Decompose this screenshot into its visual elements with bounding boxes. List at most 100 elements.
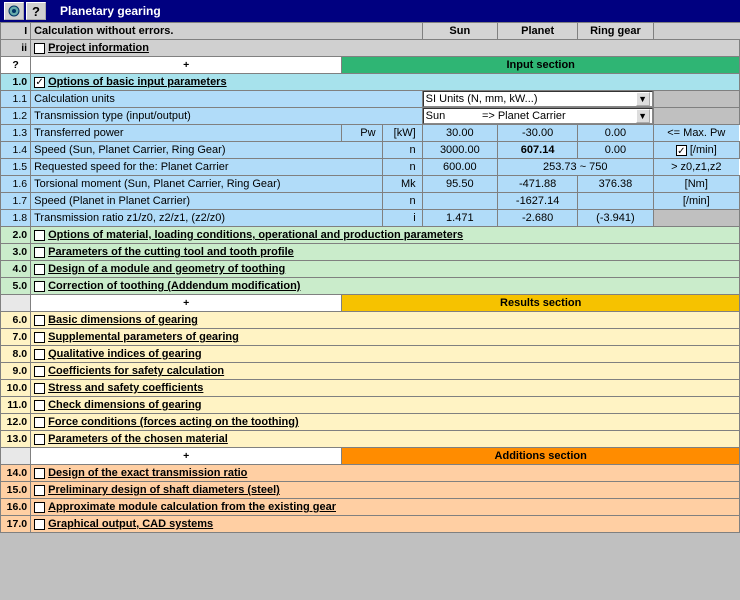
checkbox[interactable] [34, 43, 45, 54]
section-title: Additions section [342, 448, 740, 465]
row-1-5: 1.5 Requested speed for the: Planet Carr… [1, 159, 740, 176]
row-8-0[interactable]: 8.0Qualitative indices of gearing [1, 346, 740, 363]
row-1-4: 1.4 Speed (Sun, Planet Carrier, Ring Gea… [1, 142, 740, 159]
status-text: Calculation without errors. [31, 23, 423, 40]
row-3-0[interactable]: 3.0 Parameters of the cutting tool and t… [1, 244, 740, 261]
row-label: Correction of toothing (Addendum modific… [48, 280, 300, 292]
value: -2.680 [497, 210, 577, 227]
row-15-0[interactable]: 15.0Preliminary design of shaft diameter… [1, 482, 740, 499]
project-info-row[interactable]: ii Project information [1, 40, 740, 57]
row-1-0[interactable]: 1.0 Options of basic input parameters [1, 74, 740, 91]
row-label: Parameters of the chosen material [48, 433, 228, 445]
row-label: Transmission type (input/output) [31, 108, 423, 125]
row-label: Coefficients for safety calculation [48, 365, 224, 377]
value-input[interactable]: 30.00 [422, 125, 497, 142]
checkbox[interactable] [34, 400, 45, 411]
value: 0.00 [578, 125, 653, 142]
value-input[interactable]: 600.00 [422, 159, 497, 176]
input-section-header: ? + Input section [1, 57, 740, 74]
checkbox[interactable] [34, 264, 45, 275]
checkbox[interactable] [34, 485, 45, 496]
row-label: Graphical output, CAD systems [48, 518, 213, 530]
value-range: 253.73 ~ 750 [497, 159, 653, 176]
row-label: Stress and safety coefficients [48, 382, 203, 394]
row-label: Options of basic input parameters [48, 76, 226, 88]
section-title: Results section [342, 295, 740, 312]
row-label: Force conditions (forces acting on the t… [48, 416, 299, 428]
row-10-0[interactable]: 10.0Stress and safety coefficients [1, 380, 740, 397]
row-label: Basic dimensions of gearing [48, 314, 198, 326]
checkbox[interactable] [34, 417, 45, 428]
col-header-ring: Ring gear [578, 23, 653, 40]
row-17-0[interactable]: 17.0Graphical output, CAD systems [1, 516, 740, 533]
units-dropdown[interactable]: SI Units (N, mm, kW...) ▼ [423, 91, 653, 107]
app-title: Planetary gearing [60, 4, 161, 18]
transmission-dropdown[interactable]: Sun => Planet Carrier ▼ [423, 108, 653, 124]
value: 376.38 [578, 176, 653, 193]
checkbox[interactable] [34, 383, 45, 394]
checkbox[interactable] [34, 247, 45, 258]
row-1-1: 1.1 Calculation units SI Units (N, mm, k… [1, 91, 740, 108]
chevron-down-icon: ▼ [636, 109, 650, 123]
row-label: Supplemental parameters of gearing [48, 331, 239, 343]
title-bar: ? Planetary gearing [0, 0, 740, 22]
row-13-0[interactable]: 13.0Parameters of the chosen material [1, 431, 740, 448]
z-button[interactable]: > z0,z1,z2 [653, 159, 739, 176]
checkbox[interactable] [34, 434, 45, 445]
row-label: Design of a module and geometry of tooth… [48, 263, 285, 275]
max-pw-button[interactable]: <= Max. Pw [653, 125, 739, 142]
value: -30.00 [497, 125, 577, 142]
checkbox[interactable] [34, 468, 45, 479]
row-label: Design of the exact transmission ratio [48, 467, 247, 479]
row-label: Calculation units [31, 91, 423, 108]
value-input[interactable]: 0.00 [578, 142, 653, 159]
value-input[interactable]: 3000.00 [422, 142, 497, 159]
row-14-0[interactable]: 14.0Design of the exact transmission rat… [1, 465, 740, 482]
row-label: Parameters of the cutting tool and tooth… [48, 246, 294, 258]
row-label: Transmission ratio z1/z0, z2/z1, (z2/z0) [31, 210, 382, 227]
row-label: Qualitative indices of gearing [48, 348, 201, 360]
row-16-0[interactable]: 16.0Approximate module calculation from … [1, 499, 740, 516]
checkbox[interactable] [34, 77, 45, 88]
row-label: Preliminary design of shaft diameters (s… [48, 484, 280, 496]
expand-button[interactable]: + [31, 448, 342, 465]
value: -471.88 [497, 176, 577, 193]
app-icon[interactable] [4, 2, 24, 20]
value: (-3.941) [578, 210, 653, 227]
checkbox[interactable] [34, 366, 45, 377]
row-label: Requested speed for the: Planet Carrier [31, 159, 382, 176]
value: -1627.14 [497, 193, 577, 210]
row-label: Speed (Sun, Planet Carrier, Ring Gear) [31, 142, 382, 159]
checkbox[interactable] [34, 519, 45, 530]
row-7-0[interactable]: 7.0Supplemental parameters of gearing [1, 329, 740, 346]
row-9-0[interactable]: 9.0Coefficients for safety calculation [1, 363, 740, 380]
row-1-3: 1.3 Transferred power Pw [kW] 30.00 -30.… [1, 125, 740, 142]
help-button[interactable]: ? [1, 57, 31, 74]
checkbox[interactable] [34, 230, 45, 241]
proj-roman: ii [1, 40, 31, 57]
col-header-planet: Planet [497, 23, 577, 40]
row-11-0[interactable]: 11.0Check dimensions of gearing [1, 397, 740, 414]
checkbox[interactable] [34, 332, 45, 343]
chevron-down-icon: ▼ [636, 92, 650, 106]
help-icon[interactable]: ? [26, 2, 46, 20]
row-12-0[interactable]: 12.0Force conditions (forces acting on t… [1, 414, 740, 431]
expand-button[interactable]: + [31, 57, 342, 74]
row-label: Approximate module calculation from the … [48, 501, 336, 513]
checkbox[interactable] [34, 349, 45, 360]
expand-button[interactable]: + [31, 295, 342, 312]
additions-section-header: + Additions section [1, 448, 740, 465]
section-title: Input section [342, 57, 740, 74]
checkbox[interactable] [34, 315, 45, 326]
row-label: Speed (Planet in Planet Carrier) [31, 193, 382, 210]
checkbox[interactable] [34, 502, 45, 513]
row-2-0[interactable]: 2.0 Options of material, loading conditi… [1, 227, 740, 244]
row-label: Options of material, loading conditions,… [48, 229, 463, 241]
results-section-header: + Results section [1, 295, 740, 312]
row-6-0[interactable]: 6.0Basic dimensions of gearing [1, 312, 740, 329]
value: 95.50 [422, 176, 497, 193]
checkbox[interactable] [34, 281, 45, 292]
row-5-0[interactable]: 5.0 Correction of toothing (Addendum mod… [1, 278, 740, 295]
checkbox[interactable] [676, 145, 687, 156]
row-4-0[interactable]: 4.0 Design of a module and geometry of t… [1, 261, 740, 278]
